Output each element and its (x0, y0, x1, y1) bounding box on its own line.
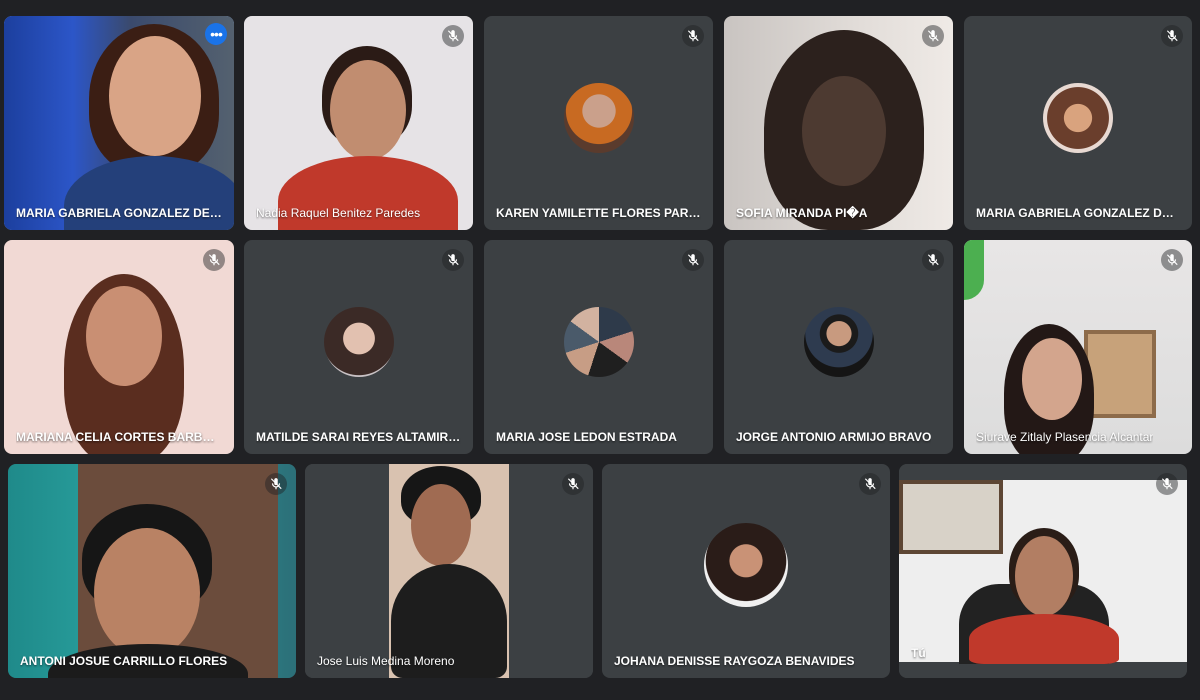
avatar (803, 307, 874, 377)
avatar (563, 83, 634, 153)
avatar (323, 307, 394, 377)
participant-tile[interactable]: MARIA GABRIELA GONZALEZ DE PABL... (964, 16, 1192, 230)
mic-off-icon (922, 249, 944, 271)
more-options-icon[interactable]: ••• (205, 23, 227, 45)
participant-video (8, 464, 296, 678)
mic-off-icon (1156, 473, 1178, 495)
participant-name: MATILDE SARAI REYES ALTAMIRANO (256, 430, 461, 444)
participant-name: SOFIA MIRANDA PI�A (736, 206, 868, 220)
participant-tile[interactable]: JORGE ANTONIO ARMIJO BRAVO (724, 240, 953, 454)
participant-video (724, 16, 953, 230)
participant-tile[interactable]: Tú (899, 464, 1187, 678)
participant-tile[interactable]: MATILDE SARAI REYES ALTAMIRANO (244, 240, 473, 454)
avatar (704, 523, 788, 607)
participant-tile[interactable]: SOFIA MIRANDA PI�A (724, 16, 953, 230)
participant-tile[interactable]: Nadia Raquel Benitez Paredes (244, 16, 473, 230)
mic-off-icon (562, 473, 584, 495)
participant-video (4, 240, 234, 454)
participant-name: JORGE ANTONIO ARMIJO BRAVO (736, 430, 932, 444)
self-name: Tú (911, 646, 926, 660)
participant-name: Nadia Raquel Benitez Paredes (256, 206, 421, 220)
participant-tile[interactable]: ANTONI JOSUE CARRILLO FLORES (8, 464, 296, 678)
participant-tile[interactable]: ••• MARIA GABRIELA GONZALEZ DE PAB... (4, 16, 234, 230)
mic-off-icon (1161, 249, 1183, 271)
participant-video (305, 464, 593, 678)
participant-tile[interactable]: KAREN YAMILETTE FLORES PARRA (484, 16, 713, 230)
participant-name: MARIA GABRIELA GONZALEZ DE PAB... (16, 206, 222, 220)
participant-name: MARIANA CELIA CORTES BARBOSA (16, 430, 222, 444)
avatar (1043, 83, 1113, 153)
mic-off-icon (682, 25, 704, 47)
participant-name: JOHANA DENISSE RAYGOZA BENAVIDES (614, 654, 855, 668)
participant-tile[interactable]: Jose Luis Medina Moreno (305, 464, 593, 678)
participant-video (244, 16, 473, 230)
participant-video (964, 240, 1192, 454)
participant-name: MARIA GABRIELA GONZALEZ DE PABL... (976, 206, 1180, 220)
mic-off-icon (922, 25, 944, 47)
mic-off-icon (442, 25, 464, 47)
participant-name: Siurave Zitlaly Plasencia Alcantar (976, 430, 1154, 444)
mic-off-icon (442, 249, 464, 271)
mic-off-icon (682, 249, 704, 271)
participant-name: KAREN YAMILETTE FLORES PARRA (496, 206, 701, 220)
participant-video (4, 16, 234, 230)
participant-name: ANTONI JOSUE CARRILLO FLORES (20, 654, 228, 668)
mic-off-icon (265, 473, 287, 495)
participant-tile[interactable]: MARIANA CELIA CORTES BARBOSA (4, 240, 234, 454)
mic-off-icon (203, 249, 225, 271)
participant-tile[interactable]: MARIA JOSE LEDON ESTRADA (484, 240, 713, 454)
participant-name: MARIA JOSE LEDON ESTRADA (496, 430, 677, 444)
participant-video (899, 464, 1187, 678)
participant-tile[interactable]: Siurave Zitlaly Plasencia Alcantar (964, 240, 1192, 454)
mic-off-icon (1161, 25, 1183, 47)
participant-name: Jose Luis Medina Moreno (317, 654, 455, 668)
avatar (563, 307, 634, 377)
participant-tile[interactable]: JOHANA DENISSE RAYGOZA BENAVIDES (602, 464, 890, 678)
mic-off-icon (859, 473, 881, 495)
